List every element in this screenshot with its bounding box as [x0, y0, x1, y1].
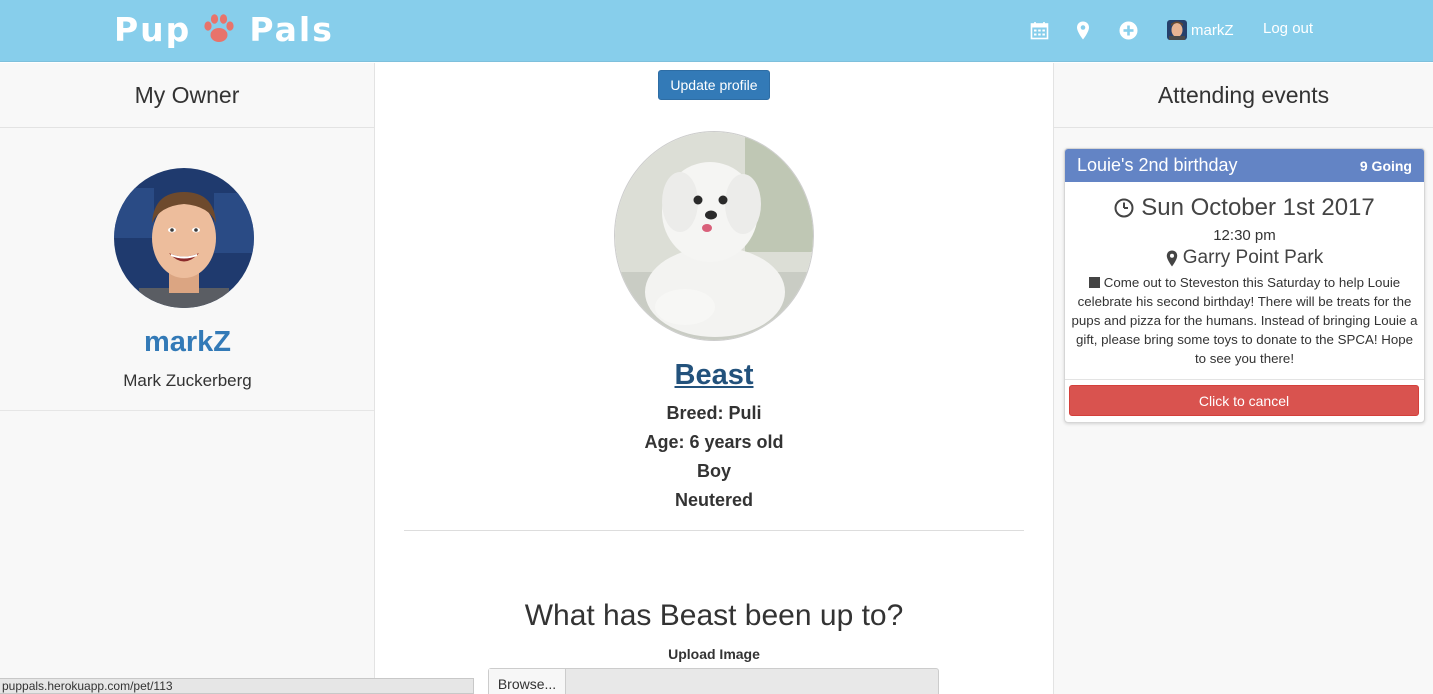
owner-full-name: Mark Zuckerberg	[123, 371, 252, 390]
owner-card: markZ Mark Zuckerberg	[0, 128, 374, 411]
brand-text-right: Pals	[249, 9, 334, 49]
section-divider	[404, 530, 1024, 531]
clock-icon	[1114, 198, 1134, 218]
note-icon	[1088, 277, 1100, 288]
pet-neuter-status: Neutered	[674, 490, 754, 510]
logout-link[interactable]: Log out	[1263, 20, 1313, 37]
owner-avatar[interactable]	[114, 168, 254, 308]
event-title[interactable]: Louie's 2nd birthday	[1077, 155, 1238, 176]
update-profile-button[interactable]: Update profile	[658, 70, 770, 100]
map-marker-icon	[1166, 250, 1177, 266]
owner-panel: My Owner markZ Mark Zuckerberg	[0, 63, 375, 694]
owner-panel-title: My Owner	[0, 63, 374, 128]
plus-circle-icon[interactable]	[1117, 19, 1139, 41]
map-marker-icon[interactable]	[1072, 19, 1094, 41]
upload-image-label: Upload Image	[668, 646, 760, 662]
nav-username: markZ	[1191, 21, 1234, 39]
browser-status-url: puppals.herokuapp.com/pet/113	[0, 678, 474, 694]
event-header[interactable]: Louie's 2nd birthday 9 Going	[1065, 149, 1424, 182]
cancel-attendance-button[interactable]: Click to cancel	[1069, 385, 1419, 416]
pet-name-link[interactable]: Beast	[375, 359, 1053, 392]
pet-photo[interactable]	[614, 131, 814, 341]
event-date-row: Sun October 1st 2017	[1065, 194, 1424, 222]
pet-breed: Breed: Puli	[666, 403, 762, 423]
pet-age: Age: 6 years old	[644, 432, 784, 452]
event-time: 12:30 pm	[1213, 227, 1276, 244]
event-location-row: Garry Point Park	[1065, 247, 1424, 269]
browse-button[interactable]: Browse...	[489, 669, 566, 694]
event-description-text: Come out to Steveston this Saturday to h…	[1071, 275, 1418, 366]
nav-user-menu[interactable]: markZ	[1167, 19, 1234, 41]
brand-logo[interactable]: Pup Pals	[114, 8, 334, 50]
activity-title: What has Beast been up to?	[524, 599, 904, 632]
brand-text-left: Pup	[114, 9, 192, 49]
calendar-icon[interactable]	[1028, 19, 1050, 41]
pet-gender: Boy	[696, 461, 731, 481]
pet-profile: Update profile Beast Breed: Puli Age: 6 …	[375, 63, 1053, 694]
event-location: Garry Point Park	[1182, 247, 1324, 268]
event-date: Sun October 1st 2017	[1141, 194, 1375, 221]
event-card: Louie's 2nd birthday 9 Going Sun October…	[1064, 148, 1425, 423]
event-going-count: 9 Going	[1359, 157, 1412, 174]
upload-file-input[interactable]: Browse...	[488, 668, 939, 694]
event-description: Come out to Steveston this Saturday to h…	[1071, 273, 1418, 369]
event-footer: Click to cancel	[1065, 379, 1424, 421]
nav-avatar	[1167, 20, 1187, 40]
owner-username[interactable]: markZ	[0, 326, 375, 359]
events-panel-title: Attending events	[1054, 63, 1433, 128]
paw-icon	[204, 14, 234, 42]
navbar: Pup Pals markZ Log out	[0, 0, 1433, 62]
events-panel: Attending events Louie's 2nd birthday 9 …	[1053, 63, 1433, 694]
